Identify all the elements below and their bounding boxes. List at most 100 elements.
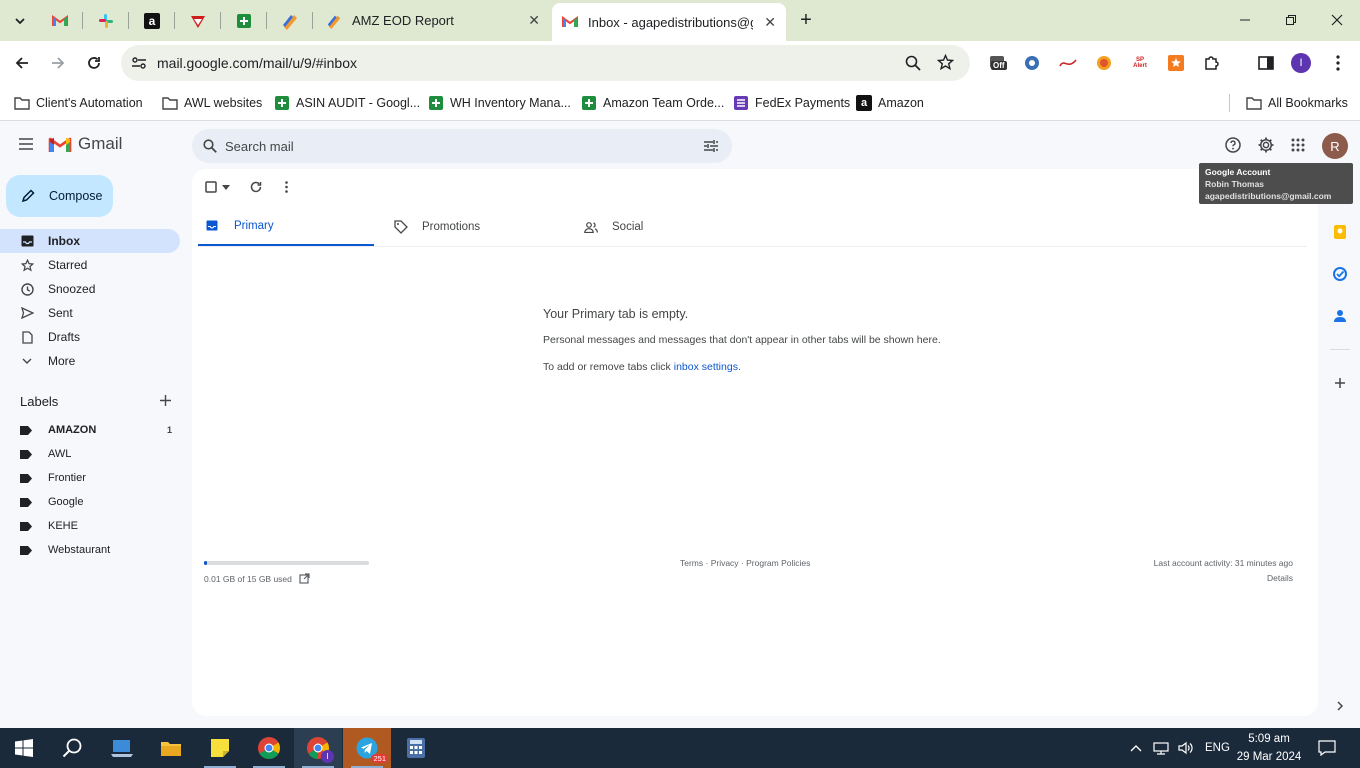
bookmark-wh-inventory[interactable]: WH Inventory Mana...	[428, 92, 571, 114]
reload-button[interactable]	[79, 48, 109, 78]
taskbar-telegram[interactable]: 251	[343, 728, 391, 768]
tab-gmail-inbox[interactable]: Inbox - agapedistributions@gm ✕	[552, 3, 786, 41]
back-button[interactable]	[7, 48, 37, 78]
taskbar-chrome[interactable]	[245, 728, 293, 768]
pinned-tab-app[interactable]	[176, 6, 220, 35]
tab-primary[interactable]: Primary	[198, 207, 374, 247]
new-tab-button[interactable]: +	[784, 6, 828, 35]
address-bar[interactable]: mail.google.com/mail/u/9/#inbox	[121, 45, 970, 81]
contacts-button[interactable]	[1330, 306, 1350, 326]
bookmark-clients-automation[interactable]: Client's Automation	[14, 92, 143, 114]
keep-button[interactable]	[1330, 222, 1350, 242]
hide-side-panel-button[interactable]	[1330, 696, 1350, 716]
extension-sp-alert[interactable]: SP Alert	[1130, 53, 1150, 73]
google-apps-button[interactable]	[1291, 138, 1305, 152]
close-icon[interactable]: ✕	[764, 14, 776, 31]
taskbar-calculator[interactable]	[392, 728, 440, 768]
browser-menu-button[interactable]	[1328, 53, 1348, 73]
all-bookmarks-button[interactable]: All Bookmarks	[1246, 92, 1348, 114]
storage-info[interactable]: 0.01 GB of 15 GB used	[204, 573, 310, 584]
extension-3[interactable]	[1094, 53, 1114, 73]
hint-text: To add or remove tabs click	[543, 361, 674, 373]
bookmark-amazon[interactable]: a Amazon	[856, 92, 924, 114]
inbox-settings-link[interactable]: inbox settings	[674, 361, 738, 373]
label-item-webstaurant[interactable]: Webstaurant	[0, 538, 180, 562]
nav-item-drafts[interactable]: Drafts	[0, 325, 180, 349]
search-icon[interactable]	[203, 139, 217, 153]
pinned-tab-zapier[interactable]	[268, 6, 312, 35]
minimize-button[interactable]	[1222, 0, 1268, 40]
compose-button[interactable]: Compose	[6, 175, 113, 217]
bookmark-awl-websites[interactable]: AWL websites	[162, 92, 262, 114]
label-item-kehe[interactable]: KEHE	[0, 514, 180, 538]
zoom-icon[interactable]	[905, 55, 921, 71]
extension-1[interactable]	[1022, 53, 1042, 73]
bookmark-asin-audit[interactable]: ASIN AUDIT - Googl...	[274, 92, 420, 114]
pinned-tab-slack[interactable]	[84, 6, 128, 35]
search-bar[interactable]: Search mail	[192, 129, 732, 163]
pinned-tab-amazon[interactable]: a	[130, 6, 174, 35]
footer-links[interactable]: Terms · Privacy · Program Policies	[680, 558, 810, 568]
profile-button[interactable]: I	[1291, 53, 1311, 73]
tab-social[interactable]: Social	[584, 207, 760, 247]
search-input[interactable]: Search mail	[225, 139, 294, 154]
nav-item-snoozed[interactable]: Snoozed	[0, 277, 180, 301]
clock[interactable]: 5:09 am 29 Mar 2024	[1232, 728, 1306, 768]
label-item-google[interactable]: Google	[0, 490, 180, 514]
nav-item-starred[interactable]: Starred	[0, 253, 180, 277]
settings-button[interactable]	[1257, 136, 1275, 154]
search-options-icon[interactable]	[703, 139, 719, 153]
extension-4[interactable]	[1166, 53, 1186, 73]
action-center-button[interactable]	[1318, 728, 1336, 768]
label-icon	[20, 425, 34, 435]
label-icon	[20, 521, 34, 531]
tab-search-button[interactable]	[0, 6, 40, 35]
taskbar-app-laptop[interactable]	[98, 728, 146, 768]
pinned-tab-gmail[interactable]	[38, 6, 82, 35]
gmail-logo[interactable]: Gmail	[48, 134, 122, 154]
extensions-menu[interactable]	[1202, 53, 1222, 73]
start-button[interactable]	[0, 728, 48, 768]
more-actions-button[interactable]	[285, 181, 288, 193]
extension-off[interactable]: Off	[988, 53, 1010, 73]
taskbar-chrome-profile[interactable]: I	[294, 728, 342, 768]
open-in-new-icon	[299, 573, 310, 584]
network-tray[interactable]	[1153, 728, 1169, 768]
label-item-amazon[interactable]: AMAZON 1	[0, 418, 180, 442]
taskbar-file-explorer[interactable]	[147, 728, 195, 768]
nav-item-inbox[interactable]: Inbox	[0, 229, 180, 253]
nav-item-sent[interactable]: Sent	[0, 301, 180, 325]
caret-down-icon[interactable]	[222, 184, 230, 190]
nav-item-more[interactable]: More	[0, 349, 180, 373]
close-window-button[interactable]	[1314, 0, 1360, 40]
pinned-tab-sheets[interactable]	[222, 6, 266, 35]
volume-tray[interactable]	[1178, 728, 1194, 768]
create-label-button[interactable]	[159, 394, 172, 407]
get-addons-button[interactable]	[1330, 373, 1350, 393]
support-button[interactable]	[1225, 137, 1241, 153]
bookmark-amazon-team-orders[interactable]: Amazon Team Orde...	[581, 92, 724, 114]
label-item-frontier[interactable]: Frontier	[0, 466, 180, 490]
side-panel-button[interactable]	[1256, 53, 1276, 73]
label-item-awl[interactable]: AWL	[0, 442, 180, 466]
restore-button[interactable]	[1268, 0, 1314, 40]
forward-button[interactable]	[43, 48, 73, 78]
main-menu-button[interactable]	[18, 137, 34, 151]
show-hidden-icons[interactable]	[1130, 728, 1142, 768]
site-info-icon[interactable]	[131, 55, 147, 71]
bookmark-star-icon[interactable]	[937, 54, 954, 71]
account-avatar[interactable]: R	[1322, 133, 1348, 159]
taskbar-search-button[interactable]	[48, 728, 96, 768]
folder-icon	[14, 95, 30, 111]
language-indicator[interactable]: ENG	[1205, 728, 1230, 768]
bookmark-fedex-payments[interactable]: FedEx Payments	[733, 92, 850, 114]
tasks-button[interactable]	[1330, 264, 1350, 284]
select-checkbox[interactable]	[205, 181, 230, 193]
extension-2[interactable]	[1058, 53, 1078, 73]
tab-promotions[interactable]: Promotions	[394, 207, 570, 247]
refresh-button[interactable]	[250, 181, 262, 193]
activity-details-link[interactable]: Details	[1267, 573, 1293, 583]
tab-amz-eod-report[interactable]: AMZ EOD Report ✕	[316, 5, 550, 36]
taskbar-sticky-notes[interactable]	[196, 728, 244, 768]
close-icon[interactable]: ✕	[528, 12, 540, 29]
